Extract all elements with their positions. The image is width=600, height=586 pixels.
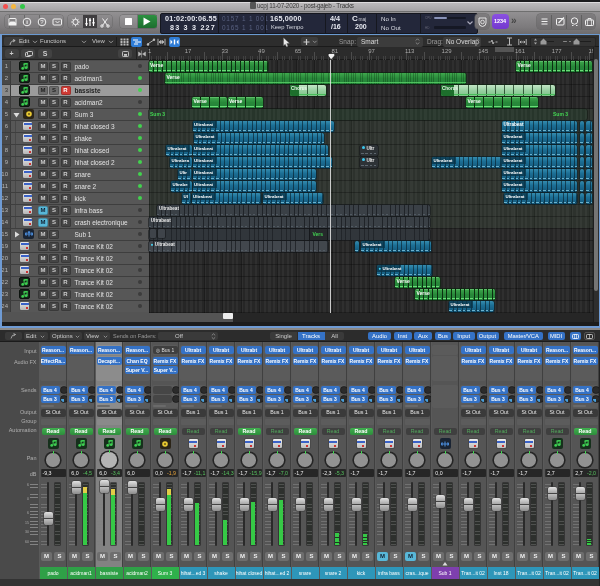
svg-text:i: i — [26, 19, 28, 25]
svg-text:?: ? — [40, 19, 44, 25]
